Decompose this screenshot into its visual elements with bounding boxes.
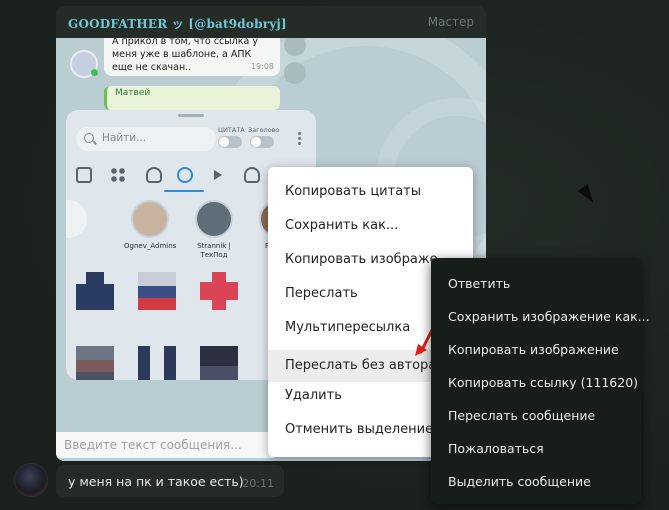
menu-item-report[interactable]: Пожаловаться bbox=[448, 441, 544, 456]
censored-avatar bbox=[76, 272, 114, 310]
avatar bbox=[70, 50, 98, 78]
sender-role-badge: Мастер bbox=[427, 15, 474, 29]
censored-avatar bbox=[200, 346, 238, 380]
quoted-message-text: А прикол в том, что ссылка у меня уже в … bbox=[112, 38, 258, 73]
menu-item-copy-link[interactable]: Копировать ссылку (111620) bbox=[448, 375, 638, 390]
context-menu-dark[interactable]: Ответить Сохранить изображение как... Ко… bbox=[431, 258, 650, 504]
grid-icon bbox=[76, 167, 92, 183]
person-icon bbox=[146, 167, 162, 183]
toggle-label: ЦИТАТА bbox=[218, 126, 245, 134]
avatar bbox=[195, 200, 233, 238]
contact-name: Ognev_Admins bbox=[124, 242, 177, 250]
censored-avatar bbox=[76, 346, 114, 380]
search-placeholder: Найти... bbox=[102, 132, 147, 144]
avatar bbox=[131, 200, 169, 238]
reply-author: Матвей bbox=[115, 88, 151, 98]
menu-item-save-image-as[interactable]: Сохранить изображение как... bbox=[448, 309, 650, 324]
contact-item bbox=[66, 200, 94, 238]
tab-indicator bbox=[164, 190, 204, 192]
more-icon bbox=[298, 132, 301, 146]
message-bubble[interactable]: у меня на пк и такое есть) 20:11 bbox=[56, 465, 284, 497]
avatar bbox=[66, 200, 87, 238]
menu-item-select-message[interactable]: Выделить сообщение bbox=[448, 474, 591, 489]
toggle-header bbox=[250, 136, 274, 148]
message-time: 20:11 bbox=[242, 477, 274, 490]
menu-item-save-as[interactable]: Сохранить как... bbox=[268, 210, 473, 242]
message-input-placeholder: Введите текст сообщения... bbox=[64, 438, 242, 452]
sender-name[interactable]: GOODFATHER ッ [@bat9dobryj] bbox=[68, 15, 287, 32]
quoted-message-time: 19:08 bbox=[250, 62, 274, 71]
contact-item: Ognev_Admins bbox=[124, 200, 176, 251]
message-input: Введите текст сообщения... bbox=[56, 432, 274, 458]
message-text: у меня на пк и такое есть) bbox=[68, 474, 244, 489]
censored-avatar bbox=[200, 272, 238, 310]
menu-item-reply[interactable]: Ответить bbox=[448, 276, 510, 291]
bookmark-icon bbox=[284, 38, 306, 56]
channel-icon bbox=[214, 170, 222, 180]
reply-preview: Матвей bbox=[104, 86, 280, 110]
contact-name: Strannik | ТехПод bbox=[197, 242, 231, 259]
search-input: Найти... bbox=[76, 127, 216, 151]
groups-icon bbox=[110, 167, 126, 183]
message-actions bbox=[284, 38, 308, 94]
contact-item: Strannik | ТехПод bbox=[188, 200, 240, 260]
search-icon bbox=[84, 133, 94, 143]
toggle-label: Заголово bbox=[248, 126, 280, 134]
avatar[interactable] bbox=[14, 463, 48, 497]
menu-item-copy-quotes[interactable]: Копировать цитаты bbox=[268, 176, 473, 208]
message-header: GOODFATHER ッ [@bat9dobryj] Мастер bbox=[56, 6, 486, 38]
share-icon bbox=[284, 62, 306, 84]
bot-icon bbox=[244, 167, 260, 183]
toggle-quote bbox=[218, 136, 242, 148]
menu-item-forward-message[interactable]: Переслать сообщение bbox=[448, 408, 595, 423]
censored-avatar bbox=[138, 346, 176, 380]
contacts-icon bbox=[177, 167, 193, 183]
quoted-message: А прикол в том, что ссылка у меня уже в … bbox=[104, 38, 280, 76]
menu-item-copy-image[interactable]: Копировать изображение bbox=[448, 342, 619, 357]
censored-avatar bbox=[138, 272, 176, 310]
drag-handle bbox=[178, 114, 204, 117]
